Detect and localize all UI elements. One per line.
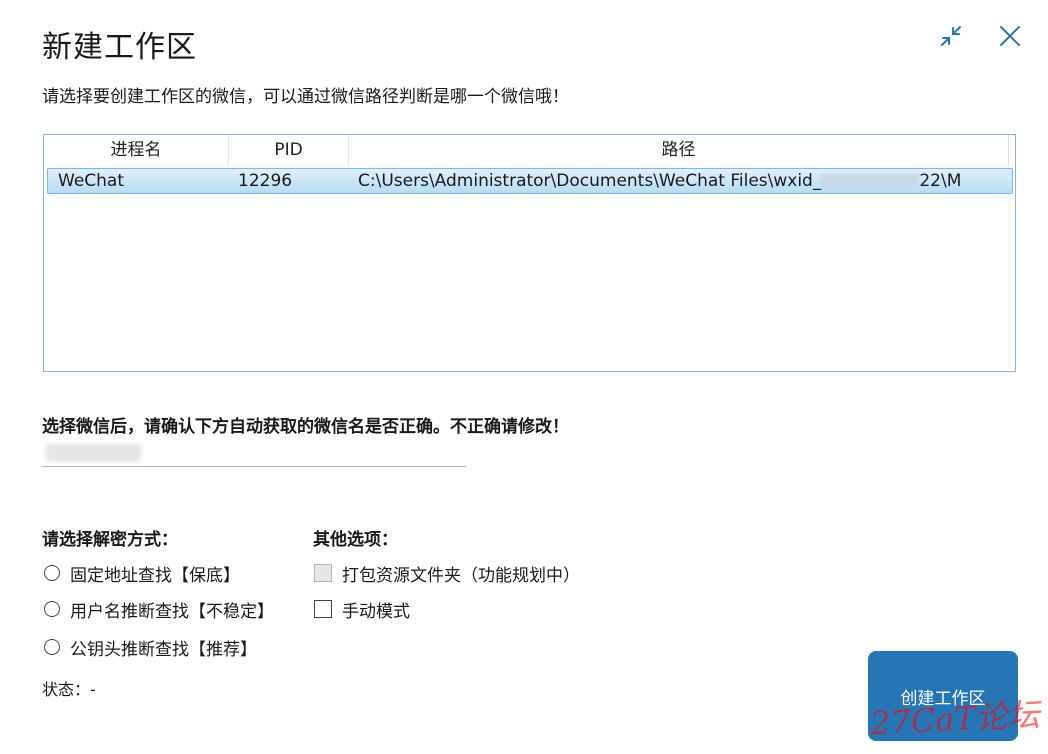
decrypt-method-label: 请选择解密方式： [42, 530, 178, 550]
radio-circle[interactable] [44, 565, 60, 581]
forum-watermark: 27CaT论坛 [869, 695, 1041, 743]
redacted-blur [821, 174, 920, 188]
other-options-label: 其他选项： [313, 530, 398, 550]
name-section-label: 选择微信后，请确认下方自动获取的微信名是否正确。不正确请修改！ [42, 417, 569, 437]
radio-label: 固定地址查找【保底】 [70, 565, 240, 586]
checkbox-box[interactable] [314, 600, 332, 618]
dialog-title: 新建工作区 [42, 30, 197, 65]
row-pid: 12296 [238, 171, 293, 191]
row-path-tail: 22\M [919, 171, 962, 191]
header-path[interactable]: 路径 [349, 135, 1009, 165]
checkbox-manual-mode[interactable]: 手动模式 [314, 597, 410, 622]
table-row[interactable]: WeChat 12296 C:\Users\Administrator\Docu… [47, 168, 1013, 194]
header-process-name[interactable]: 进程名 [44, 135, 229, 165]
table-header: 进程名 PID 路径 [44, 135, 1015, 165]
radio-label: 用户名推断查找【不稳定】 [70, 601, 274, 622]
row-process-name: WeChat [58, 171, 124, 191]
checkbox-box [314, 564, 332, 582]
close-button[interactable] [994, 20, 1026, 52]
radio-fixed-address[interactable]: 固定地址查找【保底】 [44, 561, 240, 586]
minimize-button[interactable] [935, 20, 967, 52]
radio-circle[interactable] [44, 639, 60, 655]
checkbox-label: 手动模式 [342, 601, 410, 622]
redacted-name-blur [46, 444, 141, 462]
close-icon [1000, 26, 1020, 46]
radio-username-infer[interactable]: 用户名推断查找【不稳定】 [44, 597, 274, 622]
row-path-text: C:\Users\Administrator\Documents\WeChat … [358, 171, 822, 191]
status-text: 状态：- [42, 680, 96, 699]
collapse-arrows-icon [941, 26, 961, 46]
process-table[interactable]: 进程名 PID 路径 WeChat 12296 C:\Users\Adminis… [43, 134, 1016, 372]
checkbox-pack-resources: 打包资源文件夹（功能规划中） [314, 561, 580, 586]
radio-pubkey-infer[interactable]: 公钥头推断查找【推荐】 [44, 635, 257, 660]
radio-label: 公钥头推断查找【推荐】 [70, 639, 257, 660]
instruction-text: 请选择要创建工作区的微信，可以通过微信路径判断是哪一个微信哦！ [42, 87, 569, 107]
radio-circle[interactable] [44, 601, 60, 617]
row-path: C:\Users\Administrator\Documents\WeChat … [350, 169, 1012, 193]
checkbox-label: 打包资源文件夹（功能规划中） [342, 565, 580, 586]
header-pid[interactable]: PID [229, 135, 349, 165]
